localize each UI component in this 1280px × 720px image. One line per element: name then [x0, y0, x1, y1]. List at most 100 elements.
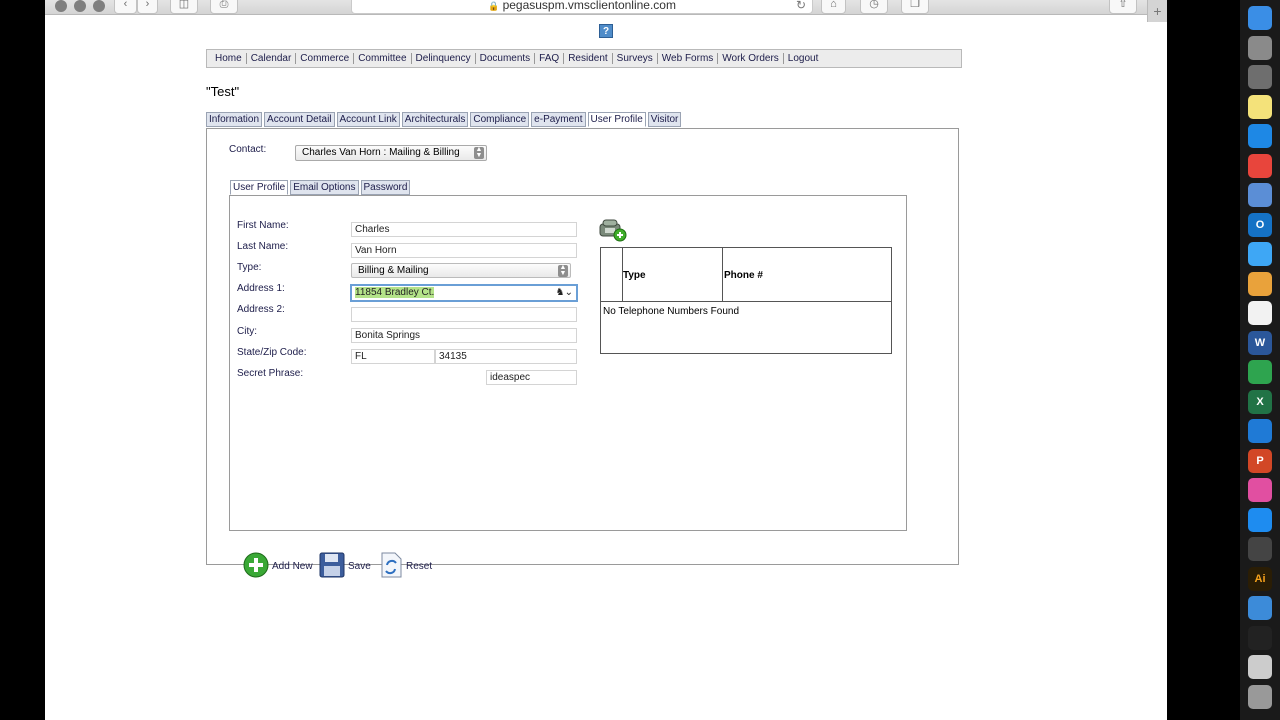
table-divider: [601, 301, 891, 302]
phone-number-header-label: Phone #: [724, 270, 763, 281]
main-nav: Home Calendar Commerce Committee Delinquency…: [206, 49, 962, 68]
tab-visitor[interactable]: Visitor: [647, 112, 682, 127]
nav-link-calendar[interactable]: Calendar: [247, 53, 297, 64]
share-icon: ⇧: [1118, 0, 1128, 10]
app-store-icon[interactable]: [1248, 507, 1272, 532]
history-button[interactable]: ◷: [860, 0, 888, 14]
subtab-password[interactable]: Password: [360, 180, 411, 195]
tab-account-detail[interactable]: Account Detail: [264, 112, 335, 127]
nav-link-web-forms[interactable]: Web Forms: [658, 53, 719, 64]
new-tab-button[interactable]: +: [1147, 0, 1167, 22]
chrome-icon[interactable]: [1248, 153, 1272, 178]
photos-icon[interactable]: [1248, 271, 1272, 296]
chevron-right-icon: ›: [145, 0, 150, 10]
downloads-icon[interactable]: [1248, 655, 1272, 679]
address2-label: Address 2:: [237, 304, 285, 315]
zip-field[interactable]: 34135: [435, 349, 577, 364]
city-field[interactable]: Bonita Springs: [351, 328, 577, 343]
nav-link-committee[interactable]: Committee: [354, 53, 412, 64]
nav-link-logout[interactable]: Logout: [784, 53, 823, 64]
nav-link-delinquency[interactable]: Delinquency: [412, 53, 476, 64]
system-preferences-icon[interactable]: [1248, 65, 1272, 89]
nav-link-faq[interactable]: FAQ: [535, 53, 565, 64]
type-label: Type:: [237, 262, 262, 273]
select-arrows-icon: ▲ ▼: [474, 146, 484, 159]
browser-toolbar: ‹ › ◫ ⎙ 🔒 pegasuspm.vmsclientonline.com …: [45, 0, 1167, 22]
tab-user-profile[interactable]: User Profile: [587, 112, 646, 127]
things-icon[interactable]: [1248, 596, 1272, 620]
powerpoint-icon[interactable]: P: [1248, 448, 1272, 473]
launchpad-icon[interactable]: [1248, 35, 1272, 60]
excel-icon[interactable]: X: [1248, 389, 1272, 414]
textedit-icon[interactable]: [1248, 301, 1272, 325]
type-select[interactable]: Billing & Mailing ▲ ▼: [351, 263, 571, 278]
notes-icon[interactable]: [1248, 94, 1272, 119]
back-button[interactable]: ‹: [114, 0, 137, 14]
account-panel: Contact: Charles Van Horn : Mailing & Bi…: [206, 128, 959, 578]
contact-select[interactable]: Charles Van Horn : Mailing & Billing ▲ ▼: [295, 145, 487, 161]
finder-icon[interactable]: [1248, 6, 1272, 30]
trash-icon[interactable]: [1248, 684, 1272, 709]
nav-link-home[interactable]: Home: [211, 53, 247, 64]
minimize-window-icon[interactable]: [74, 0, 86, 12]
final-cut-icon[interactable]: [1248, 537, 1272, 561]
select-arrows-icon: ▲ ▼: [558, 264, 568, 277]
type-select-value: Billing & Mailing: [358, 265, 429, 276]
subtab-email-options[interactable]: Email Options: [290, 180, 359, 195]
desktop: ‹ › ◫ ⎙ 🔒 pegasuspm.vmsclientonline.com …: [0, 0, 1280, 720]
safari-icon[interactable]: [1248, 124, 1272, 148]
print-button[interactable]: ⎙: [210, 0, 238, 14]
nav-link-surveys[interactable]: Surveys: [613, 53, 658, 64]
messages-icon[interactable]: [1248, 242, 1272, 266]
subtab-user-profile[interactable]: User Profile: [230, 180, 289, 195]
address1-value: 11854 Bradley Ct.: [355, 287, 435, 298]
numbers-icon[interactable]: [1248, 360, 1272, 384]
address1-field[interactable]: 11854 Bradley Ct. ♞⌄: [350, 284, 578, 302]
outlook-icon[interactable]: O: [1248, 212, 1272, 237]
nav-link-commerce[interactable]: Commerce: [296, 53, 355, 64]
reload-icon[interactable]: ↻: [796, 0, 806, 14]
quicktime-icon[interactable]: [1248, 625, 1272, 650]
tab-account-link[interactable]: Account Link: [336, 112, 400, 127]
first-name-field[interactable]: Charles: [351, 222, 577, 237]
browser-window: ‹ › ◫ ⎙ 🔒 pegasuspm.vmsclientonline.com …: [45, 0, 1167, 720]
share-button[interactable]: ⇧: [1109, 0, 1137, 14]
add-phone-icon[interactable]: [599, 218, 627, 242]
help-icon[interactable]: ?: [599, 24, 613, 38]
save-label: Save: [348, 561, 371, 572]
forward-button[interactable]: ›: [137, 0, 158, 14]
sidebar-button[interactable]: ◫: [170, 0, 198, 14]
keynote-icon[interactable]: [1248, 419, 1272, 443]
tab-e-payment[interactable]: e-Payment: [531, 112, 586, 127]
city-label: City:: [237, 326, 257, 337]
user-profile-panel: First Name: Charles Last Name: Van Horn …: [229, 195, 907, 578]
tabs-overview-button[interactable]: ❐: [901, 0, 929, 14]
secret-phrase-label: Secret Phrase:: [237, 368, 304, 379]
url-text: pegasuspm.vmsclientonline.com: [502, 0, 676, 12]
autofill-contact-icon[interactable]: ♞⌄: [556, 286, 573, 300]
secret-phrase-field[interactable]: ideaspec: [486, 370, 577, 385]
state-field[interactable]: FL: [351, 349, 435, 364]
address2-field[interactable]: [351, 307, 577, 322]
nav-link-documents[interactable]: Documents: [476, 53, 536, 64]
tab-information[interactable]: Information: [206, 112, 263, 127]
itunes-icon[interactable]: [1248, 478, 1272, 502]
zoom-window-icon[interactable]: [93, 0, 105, 12]
plus-icon: +: [1153, 3, 1162, 19]
last-name-field[interactable]: Van Horn: [351, 243, 577, 258]
nav-link-work-orders[interactable]: Work Orders: [718, 53, 784, 64]
save-button[interactable]: Save: [319, 552, 371, 581]
reset-button[interactable]: Reset: [379, 552, 432, 581]
address-bar[interactable]: 🔒 pegasuspm.vmsclientonline.com ↻: [351, 0, 813, 14]
illustrator-icon[interactable]: Ai: [1248, 566, 1272, 591]
tab-architecturals[interactable]: Architecturals: [401, 112, 469, 127]
close-window-icon[interactable]: [55, 0, 67, 12]
home-button[interactable]: ⌂: [821, 0, 846, 14]
preview-icon[interactable]: [1248, 183, 1272, 207]
tab-compliance[interactable]: Compliance: [470, 112, 530, 127]
lock-icon: 🔒: [488, 1, 500, 11]
add-new-button[interactable]: Add New: [243, 552, 313, 581]
reset-icon: [379, 552, 403, 581]
word-icon[interactable]: W: [1248, 330, 1272, 355]
nav-link-resident[interactable]: Resident: [564, 53, 613, 64]
